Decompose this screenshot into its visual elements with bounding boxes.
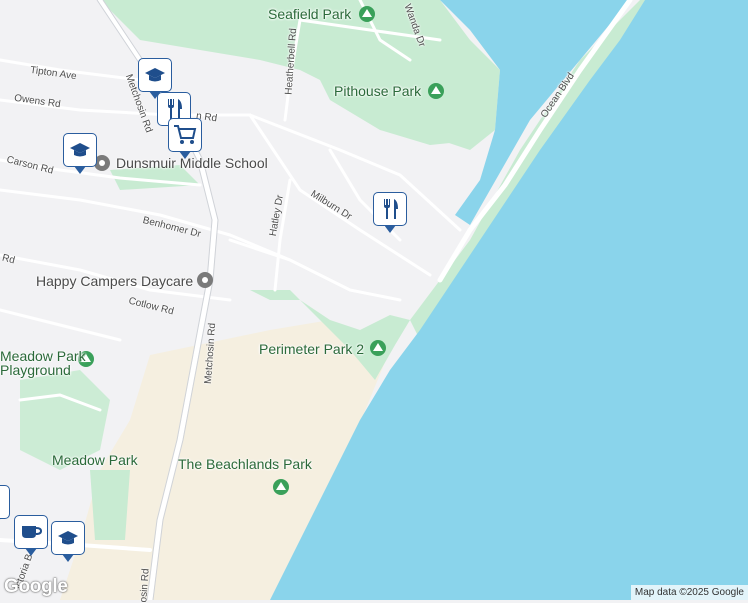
restaurant-marker-2[interactable]: [373, 192, 407, 233]
place-label-daycare[interactable]: Happy Campers Daycare: [36, 273, 193, 289]
school-icon: [145, 68, 165, 82]
coffee-marker[interactable]: [14, 515, 48, 556]
park-label-meadow-playground[interactable]: Meadow Park Playground: [0, 349, 86, 377]
school-marker[interactable]: [138, 58, 172, 99]
partial-marker[interactable]: [0, 485, 10, 526]
coffee-icon: [22, 526, 42, 538]
road-label-metchosin-bottom: osin Rd: [138, 568, 152, 603]
school-marker-2[interactable]: [63, 133, 97, 174]
google-logo: Google: [4, 576, 68, 597]
park-label-seafield[interactable]: Seafield Park: [268, 6, 351, 22]
place-label-school[interactable]: Dunsmuir Middle School: [116, 155, 268, 171]
school-marker-3[interactable]: [51, 521, 85, 562]
shopping-marker[interactable]: [168, 118, 202, 159]
shopping-cart-icon: [174, 125, 197, 144]
school-icon: [70, 143, 90, 157]
park-label-beachlands[interactable]: The Beachlands Park: [178, 456, 312, 472]
restaurant-icon: [384, 199, 398, 219]
park-label-pithouse[interactable]: Pithouse Park: [334, 83, 421, 99]
park-label-perimeter[interactable]: Perimeter Park 2: [259, 341, 364, 357]
park-label-meadow[interactable]: Meadow Park: [52, 452, 138, 468]
map-attribution[interactable]: Map data ©2025 Google: [630, 585, 748, 600]
school-icon: [58, 531, 78, 545]
meadow-park-lower: [90, 470, 130, 540]
